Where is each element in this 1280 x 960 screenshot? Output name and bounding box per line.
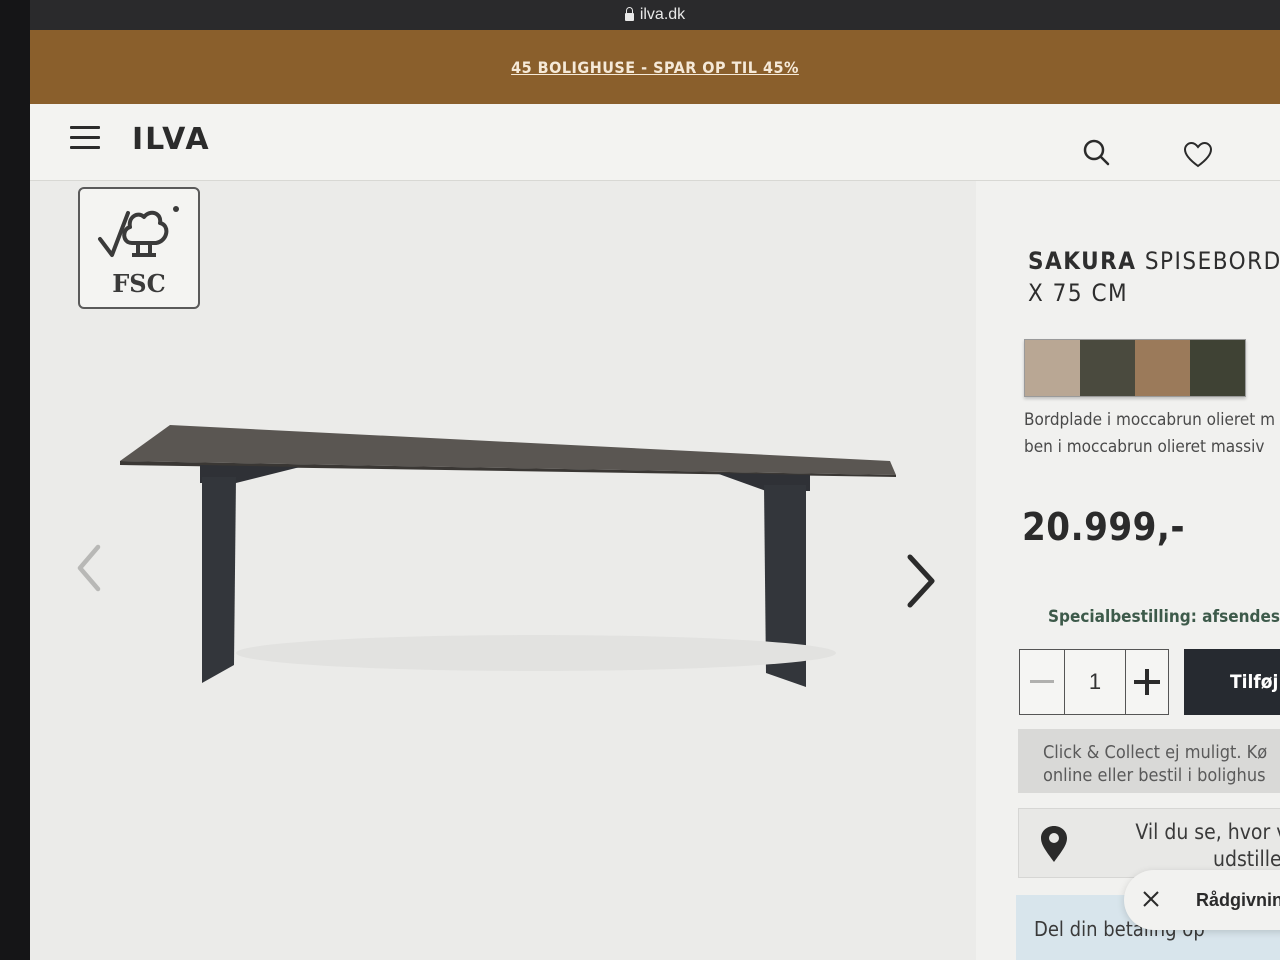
chevron-left-icon[interactable] <box>74 543 104 593</box>
quantity-value[interactable]: 1 <box>1065 650 1126 714</box>
color-swatch[interactable] <box>1080 340 1135 396</box>
chat-label: Rådgivnin <box>1196 890 1280 910</box>
search-icon[interactable] <box>1082 138 1110 166</box>
lock-icon <box>624 7 634 21</box>
menu-icon[interactable] <box>70 126 100 152</box>
location-line: Vil du se, hvor va <box>1135 820 1280 844</box>
url-text: ilva.dk <box>639 6 686 23</box>
site-header: ILVA <box>30 104 1280 181</box>
color-swatch[interactable] <box>1190 340 1245 396</box>
notice-line: online eller bestil i bolighus <box>1043 765 1266 786</box>
product-price: 20.999,- <box>1022 505 1186 549</box>
fsc-badge: FSC <box>78 187 200 309</box>
quantity-decrease-button[interactable] <box>1020 650 1065 714</box>
product-gallery: FSC <box>30 181 976 960</box>
location-text: Vil du se, hvor va udstillet? <box>1119 819 1280 873</box>
chat-widget[interactable]: Rådgivnin <box>1124 870 1280 930</box>
description-line: Bordplade i moccabrun olieret m <box>1024 410 1275 430</box>
notice-line: Click & Collect ej muligt. Kø <box>1043 742 1268 763</box>
location-line: udstillet? <box>1212 847 1280 871</box>
heart-icon[interactable] <box>1183 141 1213 169</box>
map-pin-icon <box>1041 826 1067 862</box>
promo-banner: 45 BOLIGHUSE - SPAR OP TIL 45% <box>30 30 1280 104</box>
quantity-increase-button[interactable] <box>1126 650 1168 714</box>
stock-status: Specialbestilling: afsendes i <box>1048 607 1280 627</box>
product-title-type: SPISEBORD 2 <box>1144 247 1280 275</box>
product-info-panel: SAKURA SPISEBORD 2 X 75 CM Bordplade i m… <box>976 181 1280 960</box>
click-collect-notice: Click & Collect ej muligt. Kø online ell… <box>1018 729 1280 793</box>
color-swatch[interactable] <box>1025 340 1080 396</box>
description-line: ben i moccabrun olieret massiv <box>1024 437 1265 457</box>
close-icon[interactable] <box>1140 888 1162 910</box>
color-swatch[interactable] <box>1135 340 1190 396</box>
minus-icon <box>1030 680 1054 683</box>
fsc-tree-icon <box>98 206 179 257</box>
product-title: SAKURA SPISEBORD 2 X 75 CM <box>1028 245 1280 309</box>
promo-link[interactable]: 45 BOLIGHUSE - SPAR OP TIL 45% <box>511 58 799 77</box>
device-bezel <box>0 0 30 960</box>
fsc-label: FSC <box>112 269 166 298</box>
add-to-cart-button[interactable]: Tilføj <box>1184 649 1280 715</box>
store-location-link[interactable]: Vil du se, hvor va udstillet? <box>1018 808 1280 878</box>
quantity-stepper: 1 <box>1019 649 1169 715</box>
product-image <box>120 425 896 687</box>
browser-url-bar[interactable]: ilva.dk <box>30 0 1280 30</box>
plus-icon <box>1134 669 1160 695</box>
product-title-dimensions: X 75 CM <box>1028 279 1129 307</box>
product-description: Bordplade i moccabrun olieret m ben i mo… <box>1024 407 1280 461</box>
product-title-name: SAKURA <box>1028 247 1137 275</box>
color-swatches <box>1024 339 1246 397</box>
chevron-right-icon[interactable] <box>904 553 938 609</box>
site-logo[interactable]: ILVA <box>132 122 211 157</box>
